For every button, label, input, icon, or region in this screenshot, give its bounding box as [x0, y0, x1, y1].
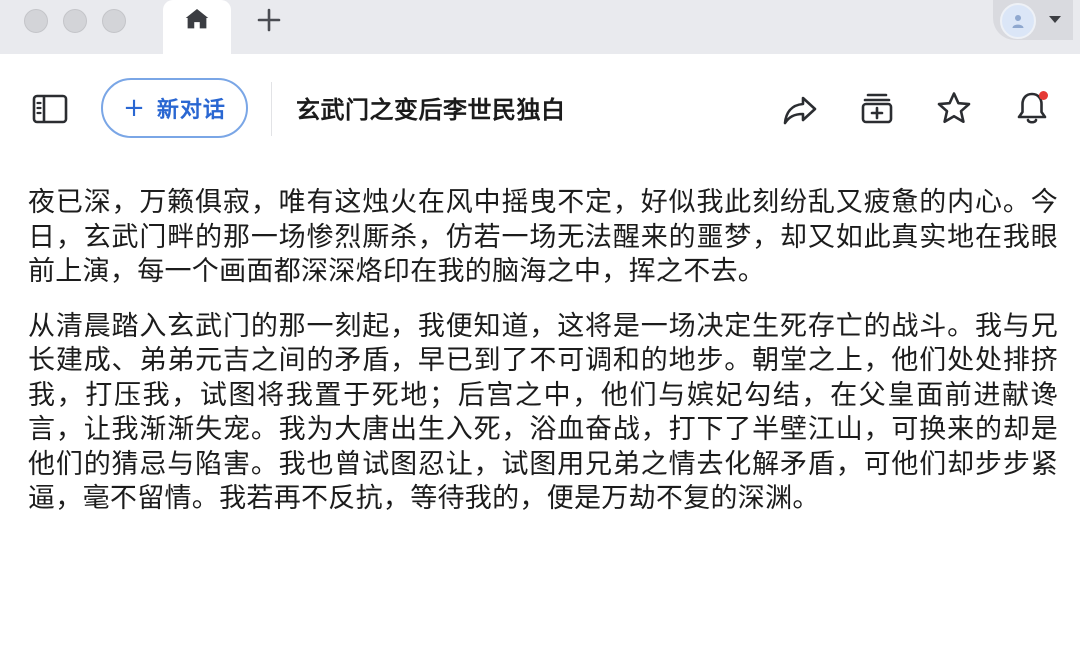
person-icon: [1012, 15, 1024, 28]
avatar[interactable]: [1000, 3, 1036, 39]
window-titlebar: [0, 0, 1080, 54]
new-chat-label: 新对话: [156, 98, 226, 123]
sidebar-toggle-icon: [32, 94, 68, 124]
paragraph: 从清晨踏入玄武门的那一刻起，我便知道，这将是一场决定生死存亡的战斗。我与兄长建成…: [28, 310, 1058, 515]
notification-badge: [1039, 91, 1048, 100]
close-window-button[interactable]: [24, 9, 48, 33]
star-icon: [937, 92, 971, 123]
chevron-down-icon: [1049, 15, 1061, 23]
chat-toolbar: + 新对话 玄武门之变后李世民独白: [0, 54, 1080, 164]
add-to-folder-icon: [861, 93, 893, 124]
profile-dropdown-button[interactable]: [1046, 12, 1064, 26]
new-tab-button[interactable]: [252, 4, 286, 36]
add-to-folder-button[interactable]: [857, 88, 897, 128]
new-chat-button[interactable]: + 新对话: [101, 78, 248, 138]
plus-icon: [257, 8, 281, 32]
conversation-title: 玄武门之变后李世民独白: [296, 96, 566, 124]
paragraph: 夜已深，万籁俱寂，唯有这烛火在风中摇曳不定，好似我此刻纷乱又疲惫的内心。今日，玄…: [28, 187, 1058, 287]
tab-home[interactable]: [163, 0, 231, 54]
favorite-button[interactable]: [934, 88, 974, 128]
share-icon: [783, 96, 817, 125]
sidebar-toggle-button[interactable]: [28, 90, 72, 128]
plus-icon: +: [123, 93, 145, 123]
toolbar-divider: [271, 82, 272, 136]
home-icon: [185, 9, 209, 29]
maximize-window-button[interactable]: [102, 9, 126, 33]
minimize-window-button[interactable]: [63, 9, 87, 33]
message-content: 夜已深，万籁俱寂，唯有这烛火在风中摇曳不定，好似我此刻纷乱又疲惫的内心。今日，玄…: [28, 186, 1058, 517]
share-button[interactable]: [780, 90, 820, 130]
